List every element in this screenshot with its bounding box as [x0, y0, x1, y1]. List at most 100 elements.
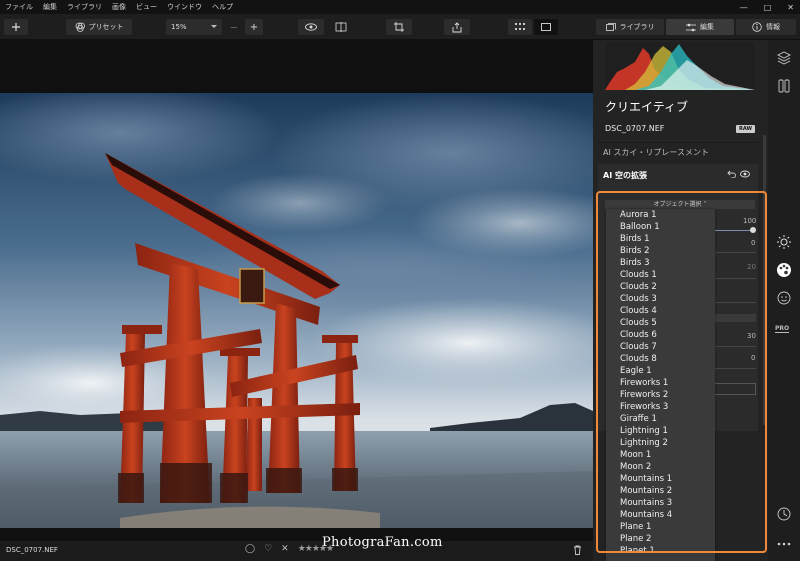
dropdown-item[interactable]: Fireworks 2: [606, 389, 715, 401]
ai-sky-extension-section[interactable]: AI 空の拡張: [598, 164, 758, 186]
eye-icon[interactable]: [740, 170, 750, 178]
compare-button[interactable]: [330, 19, 352, 35]
minimize-button[interactable]: —: [740, 3, 748, 12]
dropdown-item[interactable]: Clouds 4: [606, 305, 715, 317]
zoom-in-button[interactable]: +: [245, 19, 263, 35]
dropdown-item[interactable]: Eagle 1: [606, 365, 715, 377]
sliders-icon: [686, 23, 696, 31]
reject-icon[interactable]: ✕: [281, 544, 289, 554]
slider-track-4[interactable]: [711, 346, 756, 347]
menu-bar: ファイル 編集 ライブラリ 画像 ビュー ウインドウ ヘルプ: [0, 0, 800, 14]
dropdown-item[interactable]: Clouds 1: [606, 269, 715, 281]
dropdown-item[interactable]: Birds 1: [606, 233, 715, 245]
value-2: 20: [747, 263, 756, 271]
menu-edit[interactable]: 編集: [43, 2, 57, 12]
dropdown-item[interactable]: Mountains 2: [606, 485, 715, 497]
sun-icon: [777, 235, 791, 249]
dropdown-item[interactable]: Clouds 8: [606, 353, 715, 365]
grid-view-button[interactable]: [508, 19, 532, 35]
object-select-dropdown[interactable]: オブジェクト選択 ˅: [605, 200, 755, 209]
zoom-select[interactable]: 15%: [166, 19, 222, 35]
dropdown-item[interactable]: Clouds 7: [606, 341, 715, 353]
dropdown-item[interactable]: Birds 3: [606, 257, 715, 269]
dropdown-item[interactable]: Clouds 2: [606, 281, 715, 293]
color-label-icon[interactable]: ◯: [245, 544, 255, 554]
dropdown-item[interactable]: Mountains 1: [606, 473, 715, 485]
layers-icon: [777, 51, 791, 65]
zoom-out-button[interactable]: —: [226, 19, 242, 35]
amount-slider-knob[interactable]: [750, 227, 756, 233]
trash-icon[interactable]: [573, 545, 582, 558]
dropdown-item[interactable]: Moon 1: [606, 449, 715, 461]
object-select-label: オブジェクト選択: [653, 201, 702, 208]
creative-button[interactable]: [776, 262, 792, 278]
more-dots-icon: [777, 542, 791, 546]
dropdown-item[interactable]: Aurora 1: [606, 209, 715, 221]
dropdown-item[interactable]: Plane 2: [606, 533, 715, 545]
more-button[interactable]: [776, 536, 792, 552]
heart-icon[interactable]: ♡: [264, 544, 272, 554]
slider-track-2[interactable]: [711, 278, 756, 279]
dropdown-item[interactable]: Plane 1: [606, 521, 715, 533]
sub-section-header: [711, 314, 756, 322]
layers-button[interactable]: [776, 50, 792, 66]
undo-icon[interactable]: [727, 170, 736, 178]
portrait-button[interactable]: [776, 290, 792, 306]
slider-track-3[interactable]: [711, 302, 756, 303]
slider-track-5[interactable]: [711, 368, 756, 369]
dropdown-item[interactable]: Lightning 1: [606, 425, 715, 437]
tab-edit[interactable]: 編集: [666, 19, 734, 35]
dropdown-item[interactable]: Clouds 3: [606, 293, 715, 305]
dropdown-item[interactable]: Giraffe 1: [606, 413, 715, 425]
pro-button[interactable]: PRO: [775, 325, 790, 333]
crop-button[interactable]: [386, 19, 412, 35]
dropdown-item[interactable]: Fireworks 1: [606, 377, 715, 389]
eye-icon: [305, 23, 317, 31]
rating-controls: ◯ ♡ ✕ ★★★★★: [245, 544, 334, 554]
dropdown-item[interactable]: Clouds 6: [606, 329, 715, 341]
slider-track-1[interactable]: [711, 252, 756, 253]
presets-button[interactable]: プリセット: [66, 19, 132, 35]
option-field[interactable]: [711, 383, 756, 395]
menu-view[interactable]: ビュー: [136, 2, 157, 12]
add-button[interactable]: [4, 19, 28, 35]
amount-slider-track[interactable]: [711, 230, 753, 231]
panel-scrollbar[interactable]: [763, 135, 766, 425]
menu-image[interactable]: 画像: [112, 2, 126, 12]
dropdown-item[interactable]: Lightning 2: [606, 437, 715, 449]
tab-library[interactable]: ライブラリ: [596, 19, 664, 35]
dropdown-item[interactable]: Mountains 4: [606, 509, 715, 521]
close-button[interactable]: ✕: [787, 3, 794, 12]
menu-library[interactable]: ライブラリ: [67, 2, 102, 12]
menu-window[interactable]: ウインドウ: [167, 2, 202, 12]
chevron-down-icon: [211, 25, 217, 28]
ai-sky-extension-label: AI 空の拡張: [603, 170, 647, 180]
dropdown-item[interactable]: Planet 1: [606, 545, 715, 557]
export-button[interactable]: [444, 19, 470, 35]
canvas-tools-button[interactable]: [776, 78, 792, 94]
dropdown-item[interactable]: Clouds 5: [606, 317, 715, 329]
ai-sky-replacement-section[interactable]: AI スカイ・リプレースメント: [598, 142, 758, 162]
object-dropdown-list: Aurora 1 Balloon 1 Birds 1 Birds 2 Birds 3 Cl…: [606, 209, 715, 561]
image-canvas[interactable]: [0, 40, 593, 541]
dropdown-item[interactable]: Mountains 3: [606, 497, 715, 509]
tab-info[interactable]: 情報: [736, 19, 796, 35]
essentials-button[interactable]: [776, 234, 792, 250]
preview-toggle-button[interactable]: [298, 19, 324, 35]
dropdown-item[interactable]: Moon 2: [606, 461, 715, 473]
single-view-button[interactable]: [534, 19, 558, 35]
history-button[interactable]: [776, 506, 792, 522]
presets-icon: [75, 22, 85, 32]
histogram: [605, 42, 755, 90]
menu-file[interactable]: ファイル: [5, 2, 33, 12]
tab-info-label: 情報: [766, 23, 780, 31]
window-controls: — □ ✕: [740, 0, 794, 14]
maximize-button[interactable]: □: [764, 3, 772, 12]
dropdown-item[interactable]: Fireworks 3: [606, 401, 715, 413]
clock-icon: [777, 507, 791, 521]
dropdown-item[interactable]: Balloon 1: [606, 221, 715, 233]
compare-icon: [335, 22, 347, 32]
dropdown-item[interactable]: Birds 2: [606, 245, 715, 257]
menu-help[interactable]: ヘルプ: [212, 2, 233, 12]
plus-icon: [12, 23, 20, 31]
